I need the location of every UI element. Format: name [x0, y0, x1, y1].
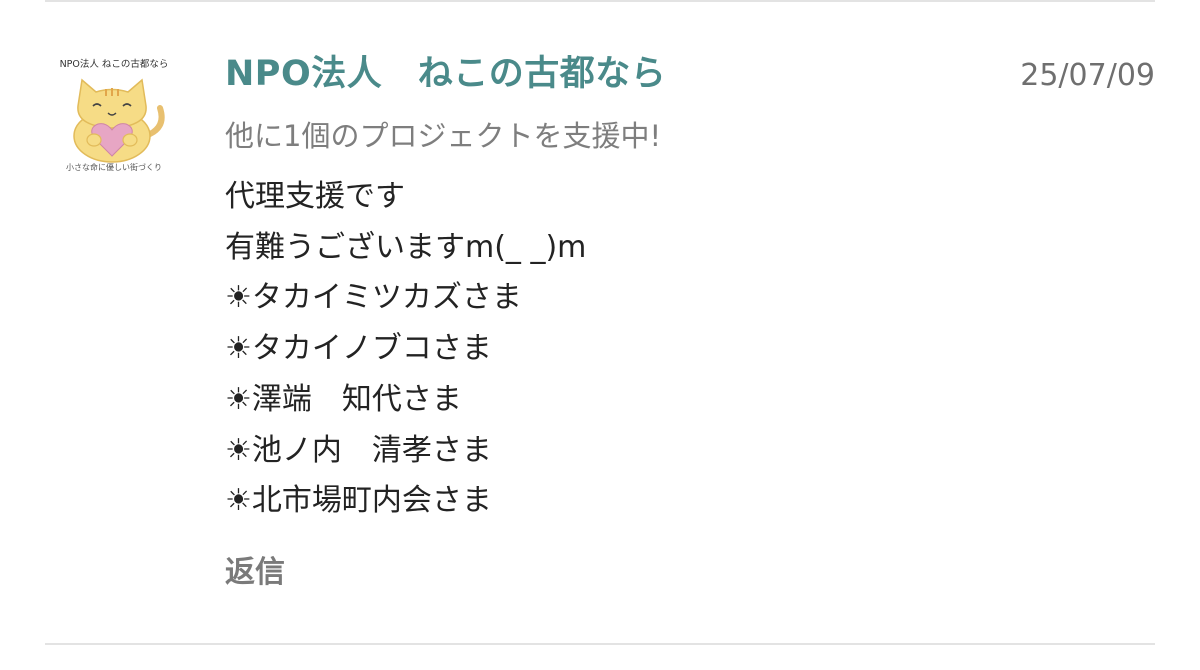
message-line: 有難うございますm(_ _)m	[225, 229, 587, 265]
comment-body: 代理支援です 有難うございますm(_ _)m ☀タカイミツカズさま ☀タカイノブ…	[225, 172, 1125, 527]
message-line: ☀タカイノブコさま	[225, 331, 492, 367]
comment-date: 25/07/09	[1020, 58, 1155, 93]
message-line: ☀池ノ内 清孝さま	[225, 432, 492, 468]
comment-header: NPO法人 ねこの古都なら 25/07/09	[225, 48, 1155, 104]
svg-text:NPO法人 ねこの古都なら: NPO法人 ねこの古都なら	[60, 58, 169, 70]
message-line: ☀タカイミツカズさま	[225, 280, 522, 316]
avatar[interactable]: NPO法人 ねこの古都なら 小さな命に優しい街づくり	[58, 56, 170, 174]
svg-text:小さな命に優しい街づくり: 小さな命に優しい街づくり	[66, 162, 162, 172]
message-line: ☀澤端 知代さま	[225, 381, 462, 417]
reply-button[interactable]: 返信	[225, 550, 285, 596]
top-divider	[45, 0, 1155, 2]
support-note[interactable]: 他に1個のプロジェクトを支援中!	[225, 114, 661, 158]
bottom-divider	[45, 643, 1155, 645]
author-name[interactable]: NPO法人 ねこの古都なら	[225, 48, 666, 100]
message-line: ☀北市場町内会さま	[225, 483, 492, 519]
cat-logo-icon: NPO法人 ねこの古都なら 小さな命に優しい街づくり	[60, 58, 169, 172]
message-line: 代理支援です	[225, 179, 405, 214]
